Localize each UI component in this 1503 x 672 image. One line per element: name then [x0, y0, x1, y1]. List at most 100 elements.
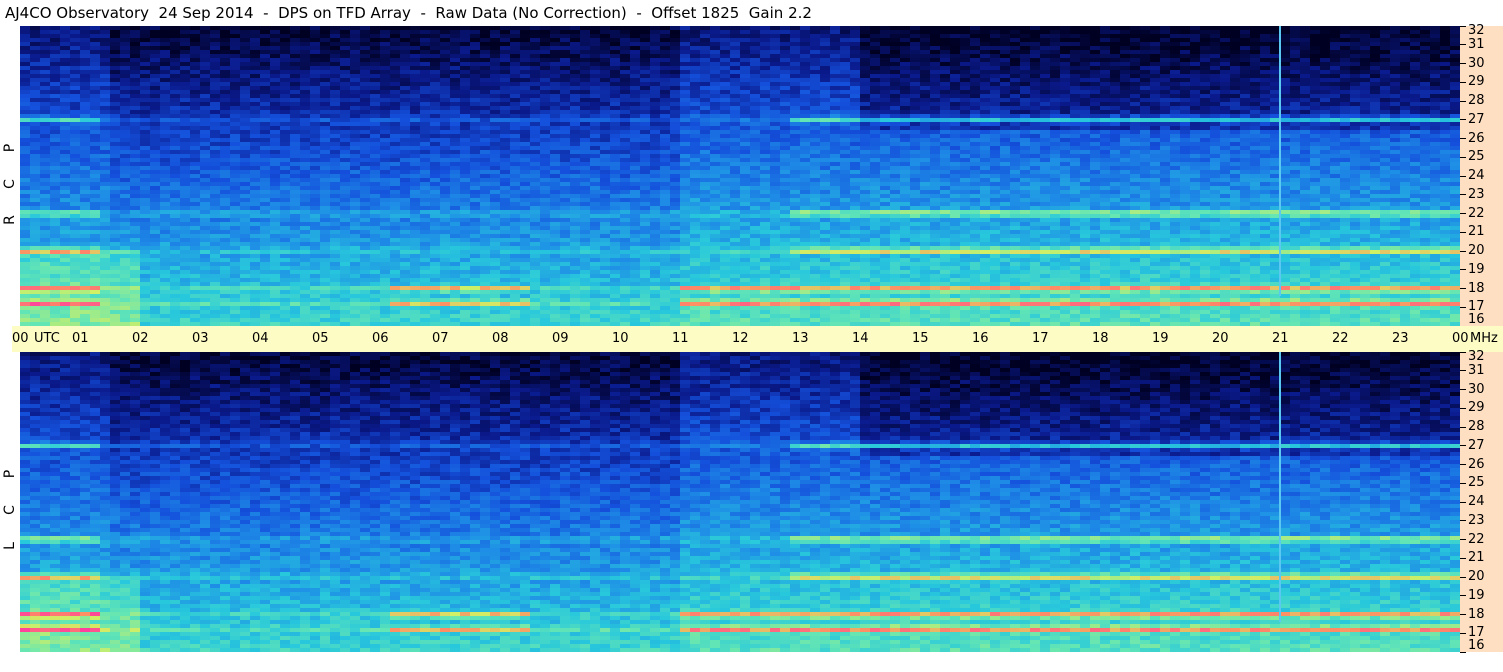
rcp-spectrogram-cell — [20, 130, 31, 135]
rcp-spectrogram-cell — [250, 146, 261, 151]
rcp-spectrogram-cell — [420, 158, 431, 163]
rcp-spectrogram-cell — [1320, 86, 1331, 91]
rcp-spectrogram-cell — [270, 98, 281, 103]
rcp-spectrogram-cell — [470, 82, 481, 87]
rcp-spectrogram-cell — [1430, 102, 1441, 107]
rcp-spectrogram-cell — [1340, 34, 1351, 39]
rcp-spectrogram-cell — [570, 74, 581, 79]
rcp-spectrogram-cell — [1370, 138, 1381, 143]
rcp-spectrogram-cell — [680, 106, 691, 111]
rcp-spectrogram-cell — [30, 62, 41, 67]
rcp-spectrogram-cell — [470, 142, 481, 147]
rcp-spectrogram-cell — [1300, 146, 1311, 151]
rcp-spectrogram-cell — [1030, 158, 1041, 163]
rcp-spectrogram-cell — [60, 146, 71, 151]
rcp-spectrogram-cell — [720, 34, 731, 39]
rcp-spectrogram-cell — [380, 138, 391, 143]
rcp-spectrogram-cell — [850, 58, 861, 63]
rcp-spectrogram-cell — [1430, 118, 1441, 123]
rcp-spectrogram-cell — [820, 50, 831, 55]
rcp-spectrogram-cell — [120, 106, 131, 111]
rcp-spectrogram-cell — [830, 94, 841, 99]
rcp-spectrogram-cell — [740, 30, 751, 35]
rcp-spectrogram-cell — [1110, 38, 1121, 43]
rcp-spectrogram-cell — [130, 34, 141, 39]
rcp-spectrogram-cell — [1090, 126, 1101, 131]
rcp-spectrogram-cell — [980, 62, 991, 67]
rcp-spectrogram-cell — [610, 134, 621, 139]
rcp-spectrogram-cell — [30, 154, 41, 159]
rcp-spectrogram-cell — [680, 126, 691, 131]
rcp-spectrogram-cell — [100, 154, 111, 159]
rcp-spectrogram-cell — [730, 38, 741, 43]
rcp-spectrogram-cell — [420, 142, 431, 147]
rcp-spectrogram-cell — [410, 110, 421, 115]
rcp-spectrogram-cell — [1290, 138, 1301, 143]
rcp-spectrogram-cell — [980, 106, 991, 111]
rcp-spectrogram-cell — [1280, 66, 1291, 71]
rcp-spectrogram-cell — [1320, 82, 1331, 87]
rcp-spectrogram-cell — [280, 150, 291, 155]
rcp-spectrogram-cell — [80, 50, 91, 55]
rcp-spectrogram-cell — [670, 62, 681, 67]
rcp-spectrogram-cell — [1020, 94, 1031, 99]
rcp-spectrogram-cell — [360, 30, 371, 35]
rcp-spectrogram-cell — [790, 62, 801, 67]
rcp-spectrogram-cell — [540, 46, 551, 51]
rcp-spectrogram-cell — [1190, 62, 1201, 67]
rcp-spectrogram-cell — [30, 42, 41, 47]
rcp-spectrogram-cell — [710, 110, 721, 115]
rcp-spectrogram-cell — [1230, 82, 1241, 87]
rcp-spectrogram-cell — [1110, 58, 1121, 63]
rcp-spectrogram-cell — [1360, 62, 1371, 67]
rcp-spectrogram-cell — [500, 158, 511, 163]
rcp-spectrogram-cell — [760, 62, 771, 67]
rcp-spectrogram-cell — [560, 110, 571, 115]
rcp-spectrogram-cell — [920, 50, 931, 55]
rcp-spectrogram-cell — [240, 138, 251, 143]
rcp-spectrogram-cell — [880, 162, 891, 167]
rcp-spectrogram-cell — [920, 94, 931, 99]
rcp-spectrogram-cell — [570, 126, 581, 131]
rcp-spectrogram-cell — [380, 46, 391, 51]
rcp-spectrogram-cell — [1190, 134, 1201, 139]
rcp-spectrogram-cell — [870, 118, 881, 123]
rcp-spectrogram-cell — [690, 86, 701, 91]
rcp-spectrogram-cell — [80, 142, 91, 147]
rcp-spectrogram-cell — [1130, 86, 1141, 91]
rcp-spectrogram-cell — [150, 54, 161, 59]
rcp-spectrogram-cell — [280, 98, 291, 103]
rcp-spectrogram-cell — [650, 90, 661, 95]
rcp-spectrogram-cell — [830, 138, 841, 143]
rcp-spectrogram-cell — [60, 138, 71, 143]
rcp-spectrogram-cell — [160, 94, 171, 99]
rcp-spectrogram-cell — [1260, 114, 1271, 119]
rcp-spectrogram-cell — [1300, 150, 1311, 155]
rcp-spectrogram-cell — [900, 110, 911, 115]
rcp-spectrogram-cell — [670, 158, 681, 163]
rcp-spectrogram-cell — [1010, 150, 1021, 155]
rcp-spectrogram-cell — [840, 162, 851, 167]
rcp-spectrogram-cell — [1320, 70, 1331, 75]
rcp-spectrogram-cell — [20, 126, 31, 131]
rcp-spectrogram-cell — [280, 66, 291, 71]
rcp-spectrogram-cell — [370, 66, 381, 71]
rcp-spectrogram-cell — [820, 62, 831, 67]
rcp-spectrogram-cell — [700, 46, 711, 51]
rcp-spectrogram-cell — [590, 102, 601, 107]
rcp-spectrogram-cell — [1420, 26, 1431, 31]
rcp-spectrogram-cell — [870, 90, 881, 95]
rcp-spectrogram-cell — [1120, 58, 1131, 63]
rcp-spectrogram-cell — [790, 70, 801, 75]
rcp-spectrogram-cell — [1430, 138, 1441, 143]
rcp-spectrogram-cell — [390, 130, 401, 135]
rcp-spectrogram-cell — [1420, 142, 1431, 147]
rcp-spectrogram-cell — [1000, 126, 1011, 131]
rcp-spectrogram-cell — [1330, 30, 1341, 35]
rcp-spectrogram-cell — [1060, 98, 1071, 103]
rcp-spectrogram-cell — [260, 98, 271, 103]
rcp-spectrogram-cell — [1020, 118, 1031, 123]
rcp-spectrogram-cell — [390, 134, 401, 139]
rcp-spectrogram-cell — [400, 38, 411, 43]
rcp-spectrogram-cell — [1060, 78, 1071, 83]
